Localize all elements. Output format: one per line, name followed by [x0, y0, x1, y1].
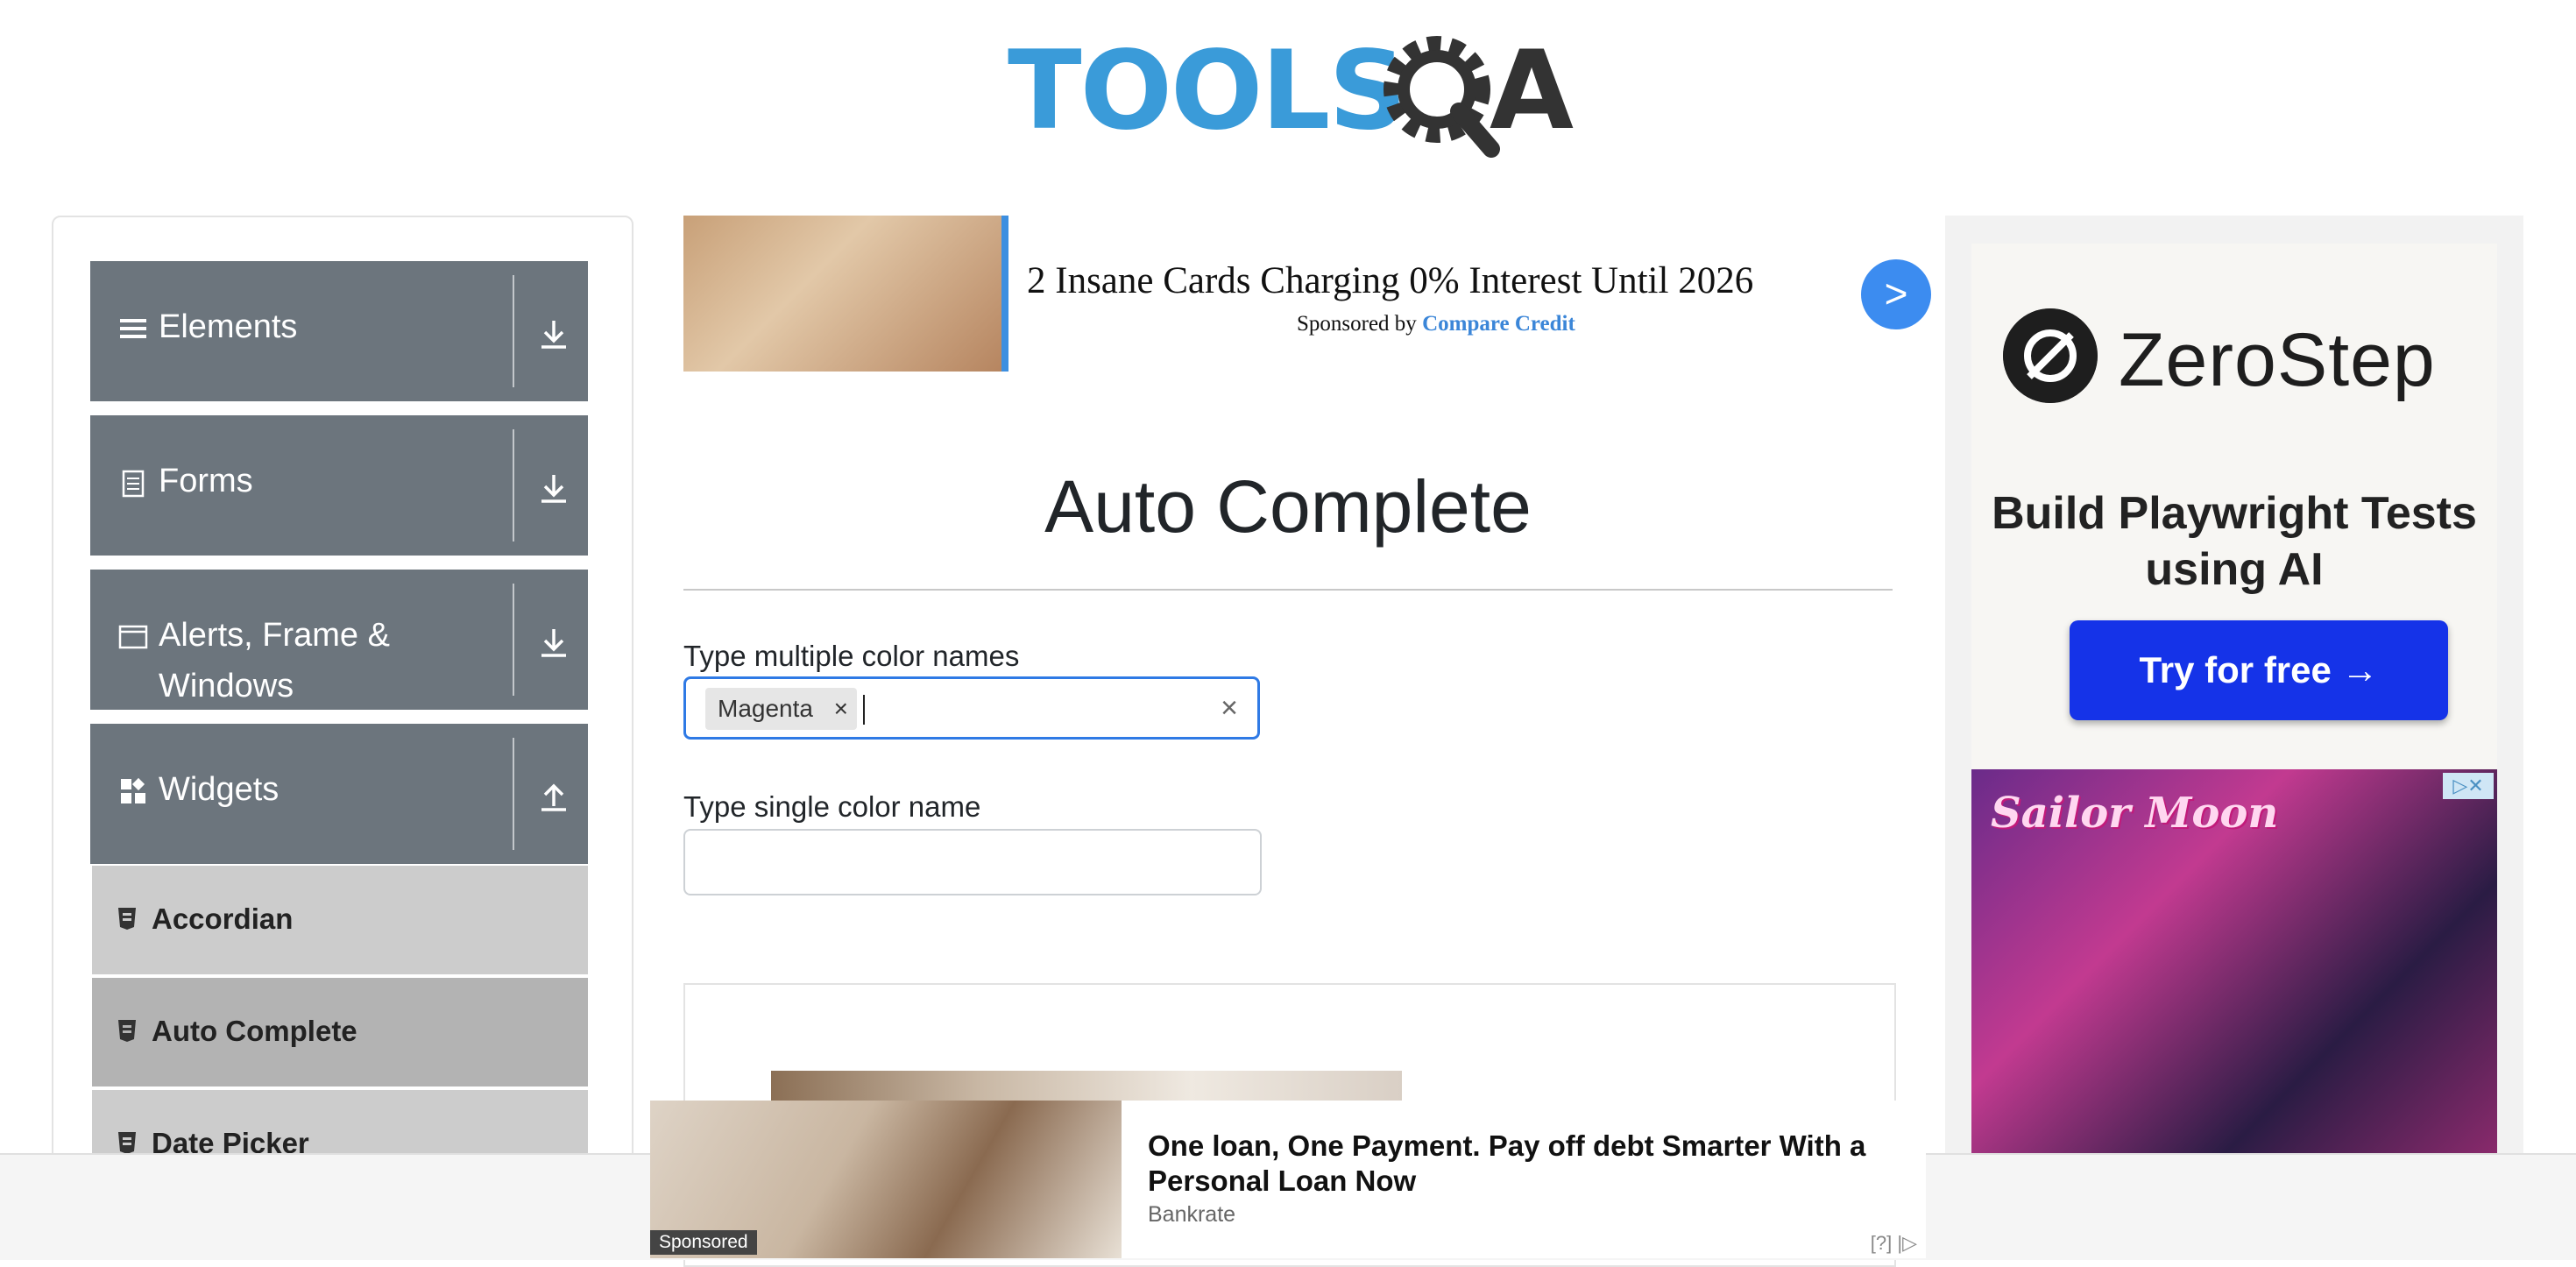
divider — [513, 584, 514, 696]
download-icon[interactable] — [533, 312, 575, 354]
sidebar-group-label: Widgets — [159, 771, 280, 808]
ad-headline[interactable]: One loan, One Payment. Pay off debt Smar… — [1148, 1129, 1901, 1199]
try-for-free-button[interactable]: Try for free → — [2070, 620, 2448, 720]
html5-icon — [118, 908, 136, 930]
html5-icon — [118, 1132, 136, 1154]
ad-headline[interactable]: 2 Insane Cards Charging 0% Interest Unti… — [1027, 259, 1753, 302]
sidebar-item-auto-complete[interactable]: Auto Complete — [92, 978, 588, 1087]
sailor-moon-ad[interactable]: Sailor Moon ▷✕ — [1971, 769, 2497, 1155]
ad-brand-text: Sailor Moon — [1991, 789, 2279, 838]
sidebar-group-elements[interactable]: Elements — [90, 261, 588, 401]
sidebar-group-label: Alerts, Frame & Windows — [159, 617, 390, 704]
html5-icon — [118, 1020, 136, 1042]
divider — [683, 589, 1893, 591]
color-chip: Magenta × — [705, 688, 857, 730]
upload-icon[interactable] — [533, 775, 575, 817]
sidebar-item-label: Accordian — [152, 902, 294, 935]
download-icon[interactable] — [533, 466, 575, 508]
multi-color-input[interactable]: Magenta × × — [683, 676, 1260, 740]
sidebar-item-accordian[interactable]: Accordian — [92, 866, 588, 974]
gear-magnifier-icon — [1384, 36, 1500, 158]
sidebar-group-label: Forms — [159, 463, 253, 499]
document-icon — [122, 470, 145, 498]
window-icon — [118, 625, 148, 649]
hamburger-icon — [120, 319, 146, 338]
sidebar-group-widgets[interactable]: Widgets — [90, 724, 588, 864]
ad-tagline: Build Playwright Tests using AI — [1992, 488, 2477, 595]
right-ad-column: ZeroStep Build Playwright Tests using AI… — [1945, 216, 2523, 1155]
zerostep-logo-icon — [2003, 308, 2098, 403]
logo-a-text: A — [1490, 28, 1574, 154]
logo-tools-text: TOOLS — [1008, 28, 1407, 154]
bottom-ad-card[interactable]: Sponsored One loan, One Payment. Pay off… — [650, 1101, 1926, 1258]
ad-sponsor-line: Sponsored by Compare Credit — [1297, 312, 1575, 336]
ad-sponsor-link[interactable]: Compare Credit — [1422, 312, 1575, 336]
top-ad-banner[interactable]: 2 Insane Cards Charging 0% Interest Unti… — [683, 216, 1932, 372]
sidebar-group-forms[interactable]: Forms — [90, 415, 588, 556]
ad-choices-icon[interactable]: [?] |▷ — [1871, 1232, 1917, 1255]
sidebar: Elements Forms Alerts, Frame & Windows W… — [52, 216, 633, 1253]
ad-image — [683, 216, 1001, 372]
download-icon[interactable] — [533, 620, 575, 662]
sponsored-badge: Sponsored — [650, 1230, 757, 1255]
sidebar-group-label: Elements — [159, 308, 298, 345]
chip-label: Magenta — [718, 695, 813, 722]
ad-accent-bar — [1001, 216, 1008, 372]
multi-color-label: Type multiple color names — [683, 640, 1020, 672]
ad-source: Bankrate — [1148, 1202, 1236, 1227]
sidebar-group-alerts[interactable]: Alerts, Frame & Windows — [90, 570, 588, 710]
ad-brand-name: ZeroStep — [2119, 318, 2436, 402]
ad-choices-icon[interactable]: ▷✕ — [2443, 773, 2494, 799]
widgets-icon — [121, 777, 145, 803]
single-color-input[interactable] — [683, 829, 1262, 895]
ad-sponsored-prefix: Sponsored by — [1297, 312, 1417, 336]
ad-go-button[interactable]: > — [1861, 259, 1931, 329]
divider — [513, 275, 514, 387]
divider — [513, 738, 514, 850]
divider — [513, 429, 514, 541]
page-title: Auto Complete — [1044, 465, 1532, 548]
toolsqa-logo[interactable]: TOOLS A — [1008, 25, 1577, 165]
text-caret — [863, 695, 865, 725]
clear-all-icon[interactable]: × — [1221, 691, 1238, 726]
single-color-label: Type single color name — [683, 790, 981, 823]
chip-remove-icon[interactable]: × — [834, 688, 848, 730]
sidebar-item-label: Auto Complete — [152, 1015, 357, 1047]
